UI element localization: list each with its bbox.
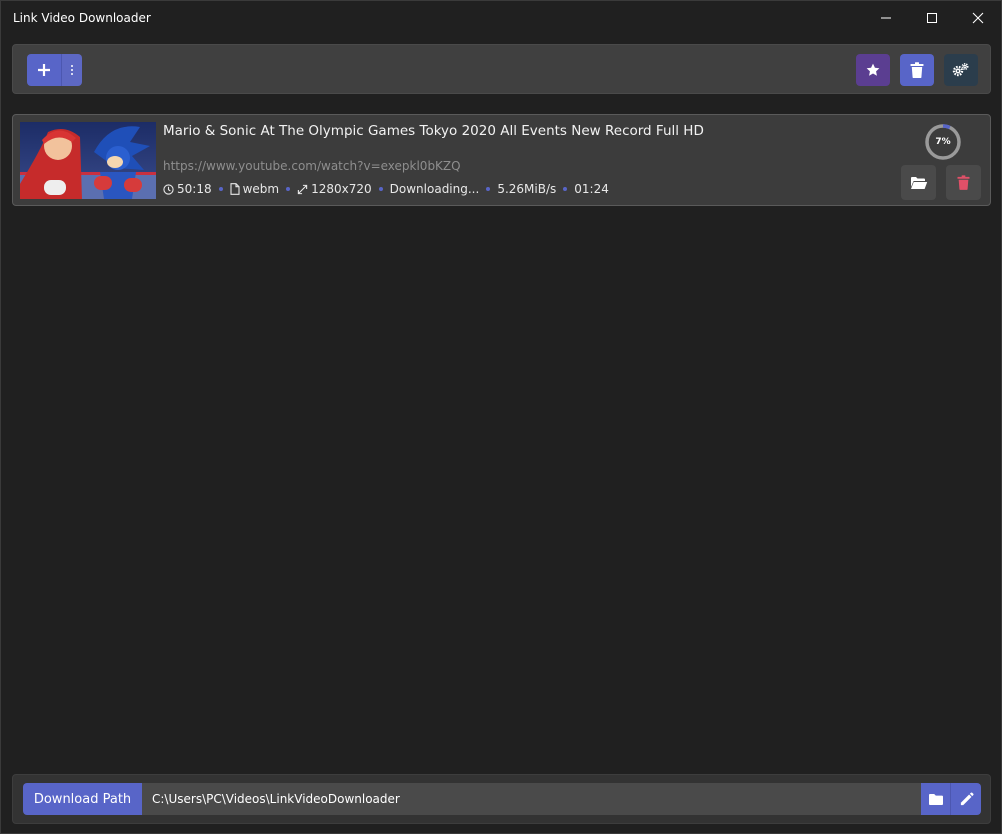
open-folder-button[interactable]	[901, 165, 936, 200]
remove-download-button[interactable]	[946, 165, 981, 200]
add-options-button[interactable]	[61, 54, 82, 86]
download-eta: 01:24	[574, 182, 609, 196]
progress-ring: 7%	[923, 122, 963, 162]
video-thumbnail	[20, 122, 156, 199]
meta-separator	[486, 187, 491, 191]
minimize-button[interactable]	[863, 1, 909, 35]
download-path-bar: Download Path	[12, 774, 991, 824]
progress-percent: 7%	[935, 137, 951, 147]
download-item[interactable]: Mario & Sonic At The Olympic Games Tokyo…	[12, 114, 991, 206]
meta-separator	[378, 187, 383, 191]
expand-arrows-icon	[297, 184, 308, 195]
meta-separator	[286, 187, 291, 191]
file-icon	[230, 183, 240, 195]
download-path-label: Download Path	[23, 783, 142, 815]
app-window: Link Video Downloader Mario & Sonic At T…	[0, 0, 1002, 834]
minimize-icon	[881, 17, 891, 19]
video-title: Mario & Sonic At The Olympic Games Tokyo…	[163, 123, 704, 139]
maximize-icon	[927, 13, 937, 23]
trash-icon	[957, 175, 970, 190]
video-format: webm	[242, 182, 280, 196]
app-title: Link Video Downloader	[13, 11, 151, 25]
maximize-button[interactable]	[909, 1, 955, 35]
video-duration: 50:18	[177, 182, 212, 196]
folder-icon	[928, 793, 943, 805]
download-path-input[interactable]	[142, 783, 921, 815]
settings-button[interactable]	[944, 54, 978, 86]
close-button[interactable]	[955, 1, 1001, 35]
clear-all-button[interactable]	[900, 54, 934, 86]
gears-icon	[952, 63, 969, 77]
meta-separator	[218, 187, 223, 191]
clock-icon	[163, 183, 174, 195]
add-button-group	[27, 54, 82, 86]
browse-folder-button[interactable]	[921, 783, 951, 815]
download-status: Downloading...	[389, 182, 480, 196]
star-icon	[866, 63, 880, 76]
toolbar	[12, 44, 991, 94]
trash-icon	[910, 62, 924, 78]
folder-open-icon	[910, 176, 927, 189]
video-meta: 50:18 webm 1280x720 Downloading... 5.26M…	[163, 182, 609, 196]
close-icon	[972, 12, 984, 24]
video-resolution: 1280x720	[311, 182, 372, 196]
download-speed: 5.26MiB/s	[497, 182, 557, 196]
plus-icon	[38, 64, 50, 76]
meta-separator	[563, 187, 568, 191]
edit-path-button[interactable]	[951, 783, 981, 815]
title-bar[interactable]: Link Video Downloader	[1, 1, 1001, 35]
pencil-icon	[960, 791, 974, 805]
add-download-button[interactable]	[27, 54, 61, 86]
favorites-button[interactable]	[856, 54, 890, 86]
vertical-dots-icon	[71, 65, 73, 75]
video-url[interactable]: https://www.youtube.com/watch?v=exepkl0b…	[163, 159, 461, 173]
